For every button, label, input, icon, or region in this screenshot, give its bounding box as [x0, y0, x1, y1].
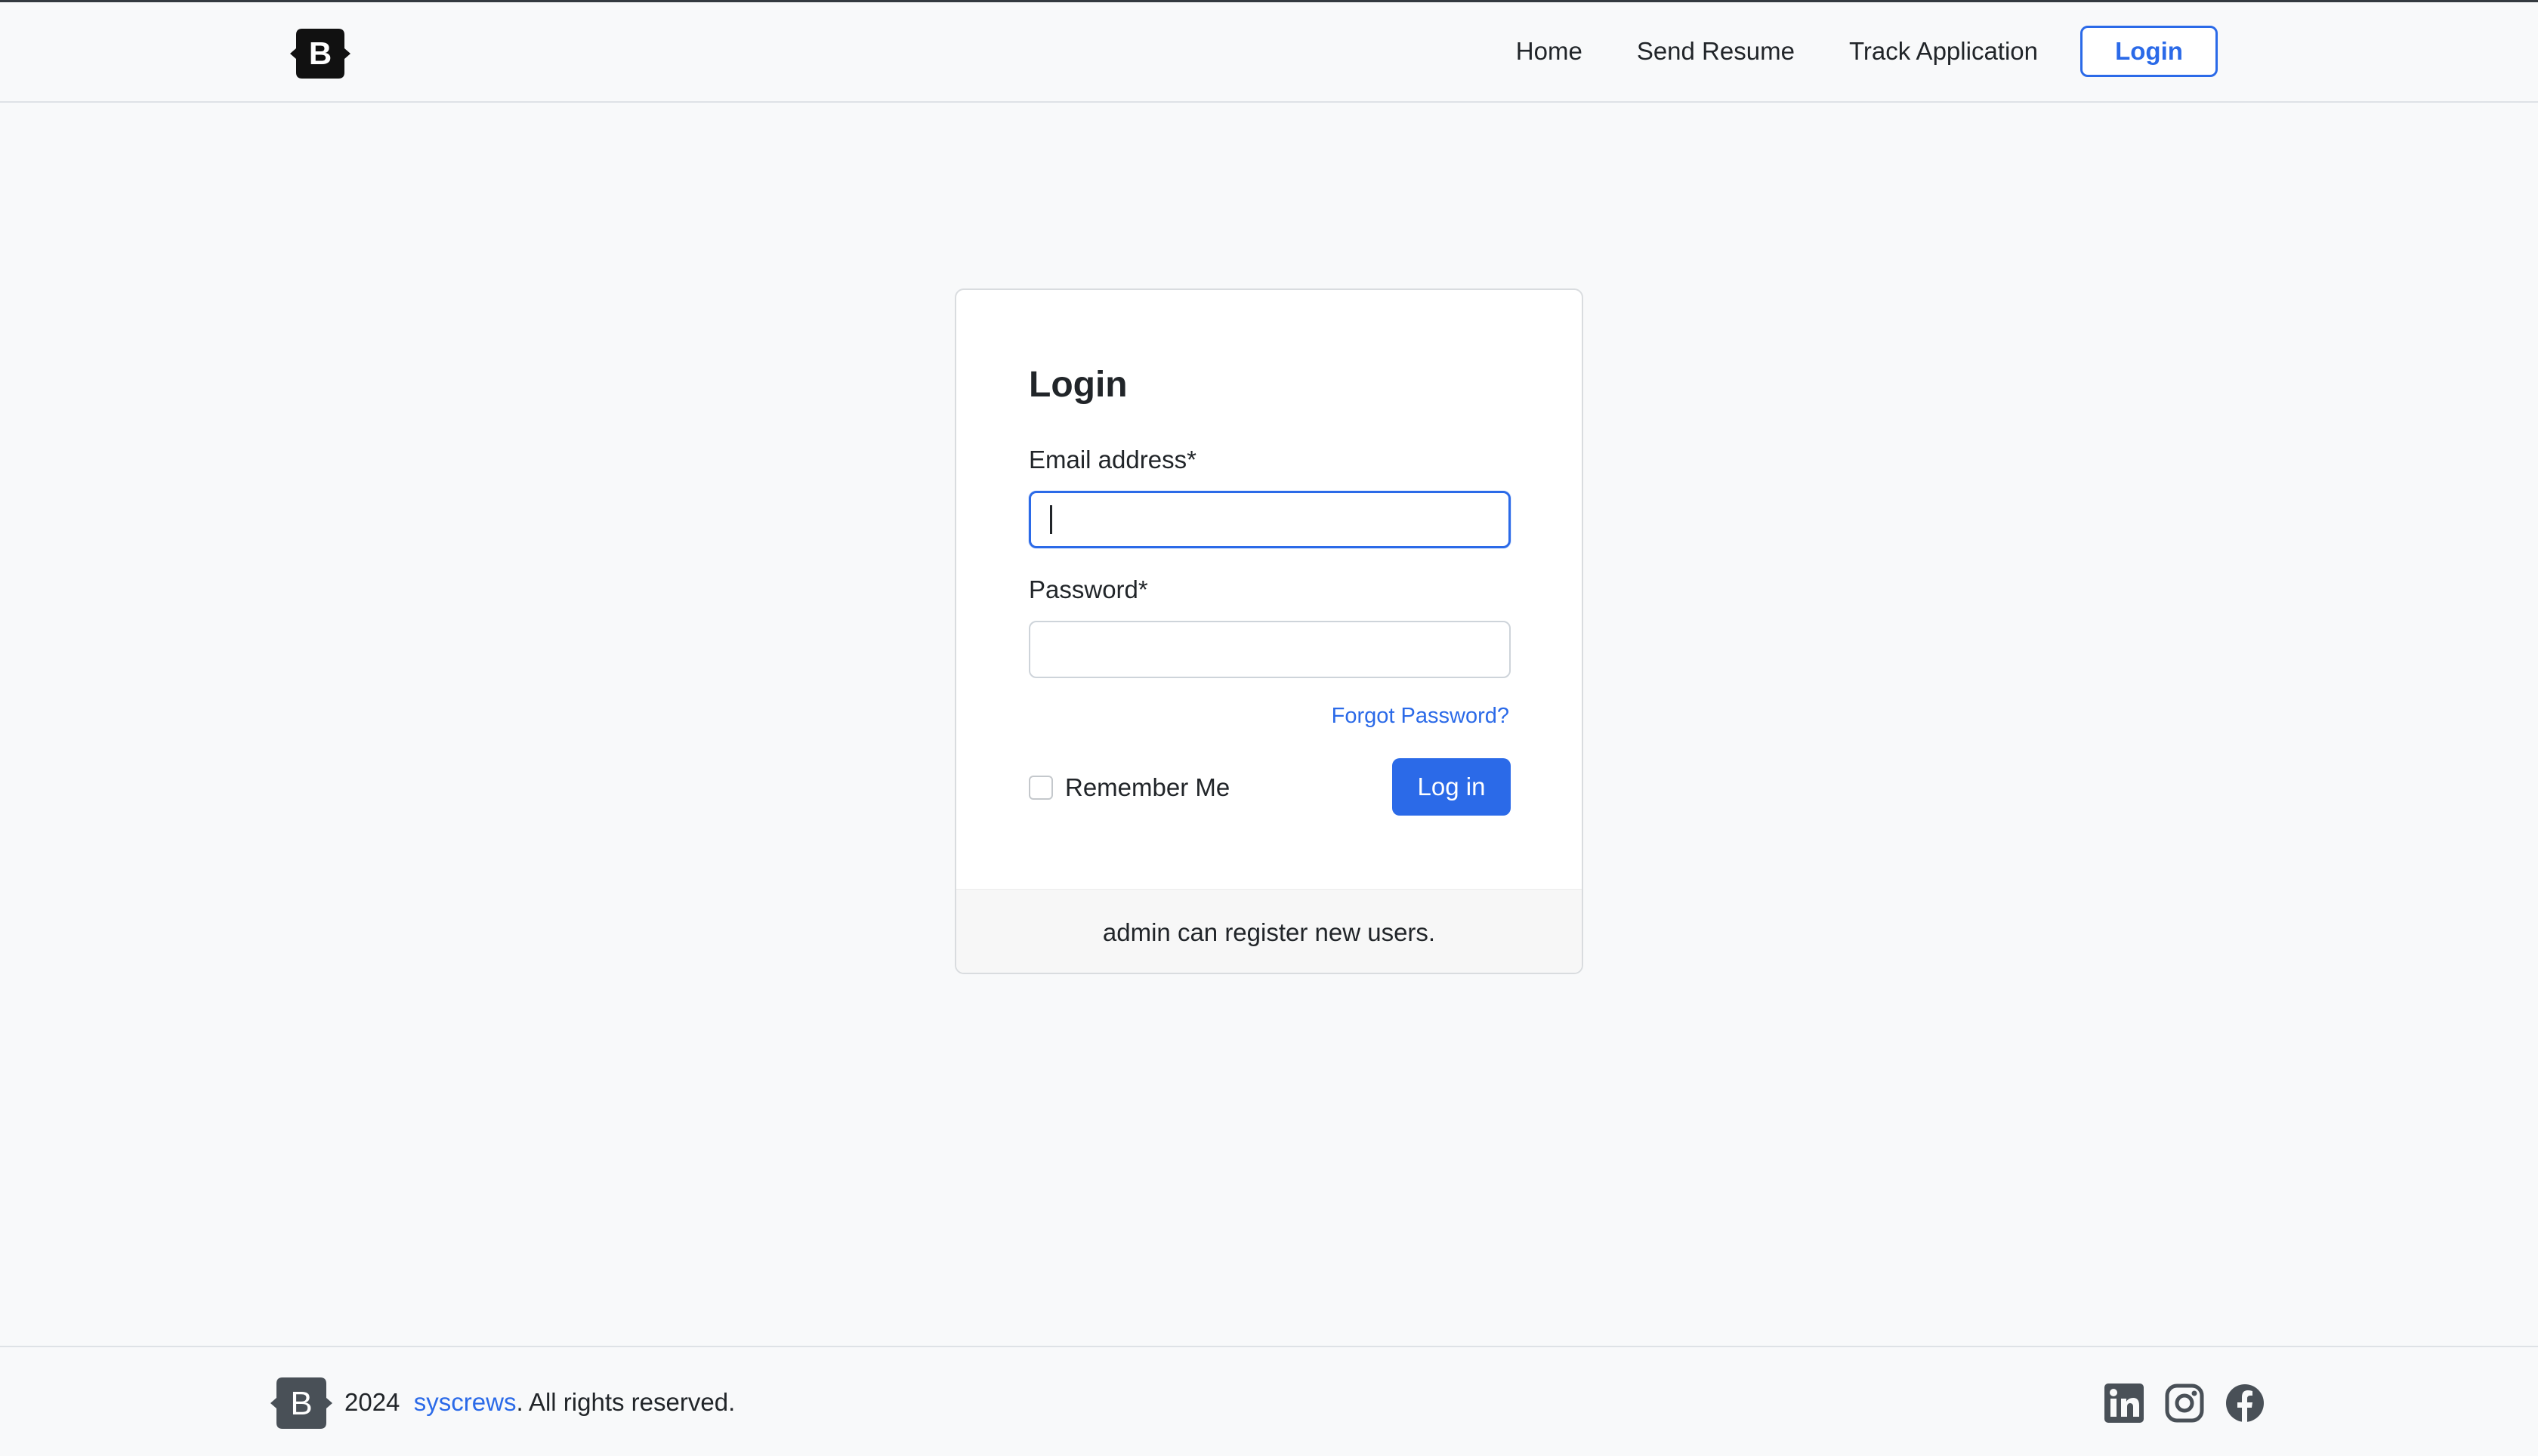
- svg-text:B: B: [290, 1385, 312, 1422]
- nav-home-link[interactable]: Home: [1489, 25, 1610, 78]
- login-card: Login Email address* Password* Forgot Pa…: [955, 288, 1583, 974]
- linkedin-icon[interactable]: [2104, 1384, 2144, 1423]
- svg-text:B: B: [309, 35, 332, 71]
- password-input[interactable]: [1029, 621, 1511, 678]
- login-card-footer: admin can register new users.: [956, 889, 1582, 973]
- social-links: [2104, 1384, 2286, 1423]
- email-input[interactable]: [1029, 491, 1511, 548]
- main-nav: Home Send Resume Track Application Login: [1489, 25, 2218, 78]
- forgot-password-link[interactable]: Forgot Password?: [1332, 704, 1509, 729]
- login-page: B Home Send Resume Track Application Log…: [0, 0, 2538, 1456]
- login-title: Login: [1029, 365, 1128, 405]
- copyright-year: 2024: [344, 1388, 400, 1416]
- nav-track-application-link[interactable]: Track Application: [1822, 25, 2065, 78]
- rights-text: . All rights reserved.: [516, 1388, 736, 1416]
- copyright-text: 2024 syscrews. All rights reserved.: [344, 1388, 735, 1417]
- site-footer: B 2024 syscrews. All rights reserved.: [0, 1346, 2538, 1456]
- email-label: Email address*: [1029, 446, 1196, 474]
- text-cursor: [1050, 505, 1052, 534]
- top-navbar: B Home Send Resume Track Application Log…: [0, 0, 2538, 103]
- brand-logo-icon[interactable]: B: [290, 29, 350, 79]
- nav-login-button[interactable]: Login: [2080, 26, 2218, 77]
- footer-logo-icon[interactable]: B: [270, 1377, 332, 1429]
- remember-me-label[interactable]: Remember Me: [1065, 773, 1230, 802]
- login-card-body: Login Email address* Password* Forgot Pa…: [956, 290, 1582, 889]
- instagram-icon[interactable]: [2165, 1384, 2204, 1423]
- password-label: Password*: [1029, 575, 1148, 603]
- facebook-icon[interactable]: [2225, 1384, 2265, 1423]
- remember-me-checkbox-group[interactable]: Remember Me: [1029, 773, 1230, 802]
- remember-me-checkbox[interactable]: [1029, 776, 1053, 800]
- company-link[interactable]: syscrews: [414, 1388, 517, 1417]
- log-in-button[interactable]: Log in: [1392, 758, 1511, 816]
- nav-send-resume-link[interactable]: Send Resume: [1610, 25, 1822, 78]
